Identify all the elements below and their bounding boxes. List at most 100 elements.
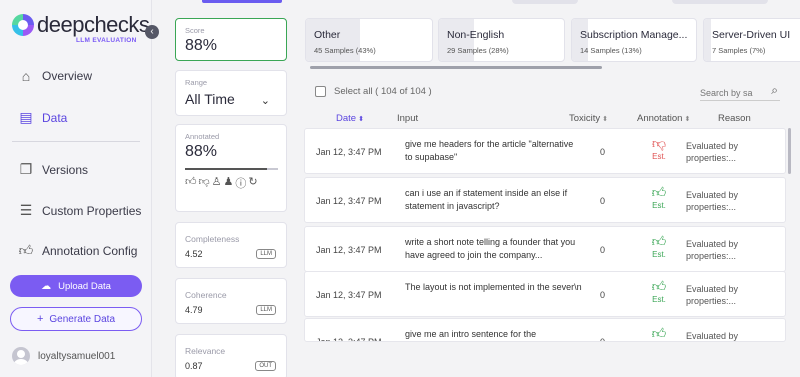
column-header-annotation[interactable]: Annotation ⬍ xyxy=(637,113,690,124)
sort-icon: ⬍ xyxy=(602,116,609,123)
column-header-input: Input xyxy=(397,113,418,124)
row-toxicity: 0 xyxy=(600,337,606,342)
top-tab-stub[interactable] xyxy=(512,0,578,4)
category-card-server-driven-ui[interactable]: Server-Driven UI 7 Samples (7%) xyxy=(703,18,800,62)
table-row[interactable]: Jan 12, 3:47 PM give me an intro sentence… xyxy=(304,318,786,342)
sort-icon: ⬍ xyxy=(684,116,691,123)
copy-icon: ❐ xyxy=(19,161,33,177)
upload-data-button[interactable]: ☁ Upload Data xyxy=(10,275,142,297)
property-value: 4.52 xyxy=(185,249,203,259)
nav-item-custom-properties[interactable]: ☰ Custom Properties xyxy=(18,202,142,219)
property-label: Completeness xyxy=(185,234,240,244)
row-annotation[interactable]: 👍︎ Est. xyxy=(648,278,670,304)
search-input[interactable] xyxy=(700,88,760,98)
select-all[interactable]: Select all ( 104 of 104 ) xyxy=(315,86,432,97)
generate-data-button[interactable]: + Generate Data xyxy=(10,307,142,331)
table-row[interactable]: Jan 12, 3:47 PM give me headers for the a… xyxy=(304,128,786,174)
home-icon: ⌂ xyxy=(21,68,31,84)
category-card-subscription[interactable]: Subscription Manage... 14 Samples (13%) xyxy=(571,18,697,62)
collapse-sidebar-button[interactable]: ‹ xyxy=(145,25,159,39)
nav-item-label: Custom Properties xyxy=(42,203,142,218)
property-label: Coherence xyxy=(185,290,227,300)
deepchecks-logo-icon xyxy=(12,14,34,36)
nav-item-overview[interactable]: ⌂ Overview xyxy=(18,68,92,84)
column-header-label: Input xyxy=(397,113,419,124)
nav-item-label: Annotation Config xyxy=(42,243,138,258)
category-samples: 14 Samples (13%) xyxy=(580,46,642,55)
category-name: Subscription Manage... xyxy=(580,29,688,41)
user-menu[interactable]: loyaltysamuel001 xyxy=(12,347,115,365)
brand-name: deepchecks xyxy=(37,12,150,37)
column-header-date[interactable]: Date ⬍ xyxy=(336,113,364,124)
estimated-label: Est. xyxy=(652,250,666,259)
sort-icon: ⬍ xyxy=(358,116,364,123)
row-reason: Evaluated by properties:... xyxy=(686,284,739,306)
thumbs-down-outline-icon[interactable]: ♟ xyxy=(224,175,234,191)
category-card-other[interactable]: Other 45 Samples (43%) xyxy=(305,18,433,62)
column-header-label: Date xyxy=(336,113,357,124)
range-select[interactable]: Range All Time ⌄ xyxy=(175,70,287,116)
thumbs-up-outline-icon[interactable]: ♙ xyxy=(212,175,222,191)
plus-icon: + xyxy=(36,313,44,325)
row-date: Jan 12, 3:47 PM xyxy=(316,337,382,342)
category-scrollbar[interactable] xyxy=(310,66,602,69)
cloud-upload-icon: ☁ xyxy=(41,280,52,292)
row-input: give me headers for the article "alterna… xyxy=(405,139,574,162)
property-tag: LLM xyxy=(256,305,276,315)
refresh-icon[interactable]: ↻ xyxy=(248,175,257,191)
row-reason: Evaluated by properties:... xyxy=(686,141,739,163)
category-card-non-english[interactable]: Non-English 29 Samples (28%) xyxy=(438,18,565,62)
category-name: Other xyxy=(314,29,341,41)
search-box[interactable]: ⌕ xyxy=(700,83,780,101)
property-card-coherence[interactable]: Coherence 4.79 LLM xyxy=(175,278,287,324)
upload-data-label: Upload Data xyxy=(58,280,111,292)
estimated-label: Est. xyxy=(652,295,666,304)
question-icon[interactable]: ⓘ xyxy=(235,175,246,191)
top-tab-stub[interactable] xyxy=(672,0,768,4)
row-toxicity: 0 xyxy=(600,245,606,255)
row-date: Jan 12, 3:47 PM xyxy=(316,245,382,255)
annotated-value: 88% xyxy=(185,143,218,160)
thumbs-down-icon: 👎︎ xyxy=(651,135,667,151)
column-header-toxicity[interactable]: Toxicity ⬍ xyxy=(569,113,608,124)
row-reason: Evaluated by properties:... xyxy=(686,190,739,212)
table-row[interactable]: Jan 12, 3:47 PM can i use an if statement… xyxy=(304,177,786,223)
range-value: All Time xyxy=(185,91,235,107)
property-tag: OUT xyxy=(255,361,276,371)
row-annotation[interactable]: 👍︎ xyxy=(648,325,670,341)
row-annotation[interactable]: 👎︎ Est. xyxy=(648,135,670,161)
row-annotation[interactable]: 👍︎ Est. xyxy=(648,184,670,210)
nav-item-versions[interactable]: ❐ Versions xyxy=(18,161,88,178)
table-row[interactable]: Jan 12, 3:47 PM write a short note tellin… xyxy=(304,226,786,272)
category-name: Non-English xyxy=(447,29,505,41)
nav-item-data[interactable]: ▤ Data xyxy=(18,109,67,126)
thumbs-down-filled-icon[interactable]: 👎︎ xyxy=(199,175,210,191)
annotated-card: Annotated 88% 👍︎ 👎︎ ♙ ♟ ⓘ ↻ xyxy=(175,124,287,212)
sidebar: deepchecks LLM EVALUATION ⌂ Overview ▤ D… xyxy=(0,0,152,377)
row-input: write a short note telling a founder tha… xyxy=(405,237,576,260)
search-icon[interactable]: ⌕ xyxy=(771,83,778,98)
property-label: Relevance xyxy=(185,346,226,356)
table-row[interactable]: Jan 12, 3:47 PM The layout is not impleme… xyxy=(304,271,786,317)
brand-product: LLM EVALUATION xyxy=(76,37,137,44)
thumbs-up-icon: 👍︎ xyxy=(651,233,667,249)
nav-item-label: Overview xyxy=(42,69,93,83)
category-samples: 45 Samples (43%) xyxy=(314,46,376,55)
avatar xyxy=(12,347,30,365)
property-card-relevance[interactable]: Relevance 0.87 OUT xyxy=(175,334,287,377)
row-reason: Evaluated by xyxy=(686,331,739,341)
property-value: 0.87 xyxy=(185,361,203,371)
select-all-checkbox[interactable] xyxy=(315,86,326,97)
row-date: Jan 12, 3:47 PM xyxy=(316,147,382,157)
column-header-label: Toxicity xyxy=(569,113,601,124)
nav-item-label: Versions xyxy=(42,162,89,177)
table-scrollbar[interactable] xyxy=(788,128,791,174)
property-card-completeness[interactable]: Completeness 4.52 LLM xyxy=(175,222,287,268)
row-input: The layout is not implemented in the sev… xyxy=(405,282,582,292)
thumbs-up-filled-icon[interactable]: 👍︎ xyxy=(185,175,197,191)
row-annotation[interactable]: 👍︎ Est. xyxy=(648,233,670,259)
row-date: Jan 12, 3:47 PM xyxy=(316,196,382,206)
nav-item-annotation-config[interactable]: 👍︎ Annotation Config xyxy=(18,242,138,259)
row-toxicity: 0 xyxy=(600,290,606,300)
user-name: loyaltysamuel001 xyxy=(38,350,116,362)
